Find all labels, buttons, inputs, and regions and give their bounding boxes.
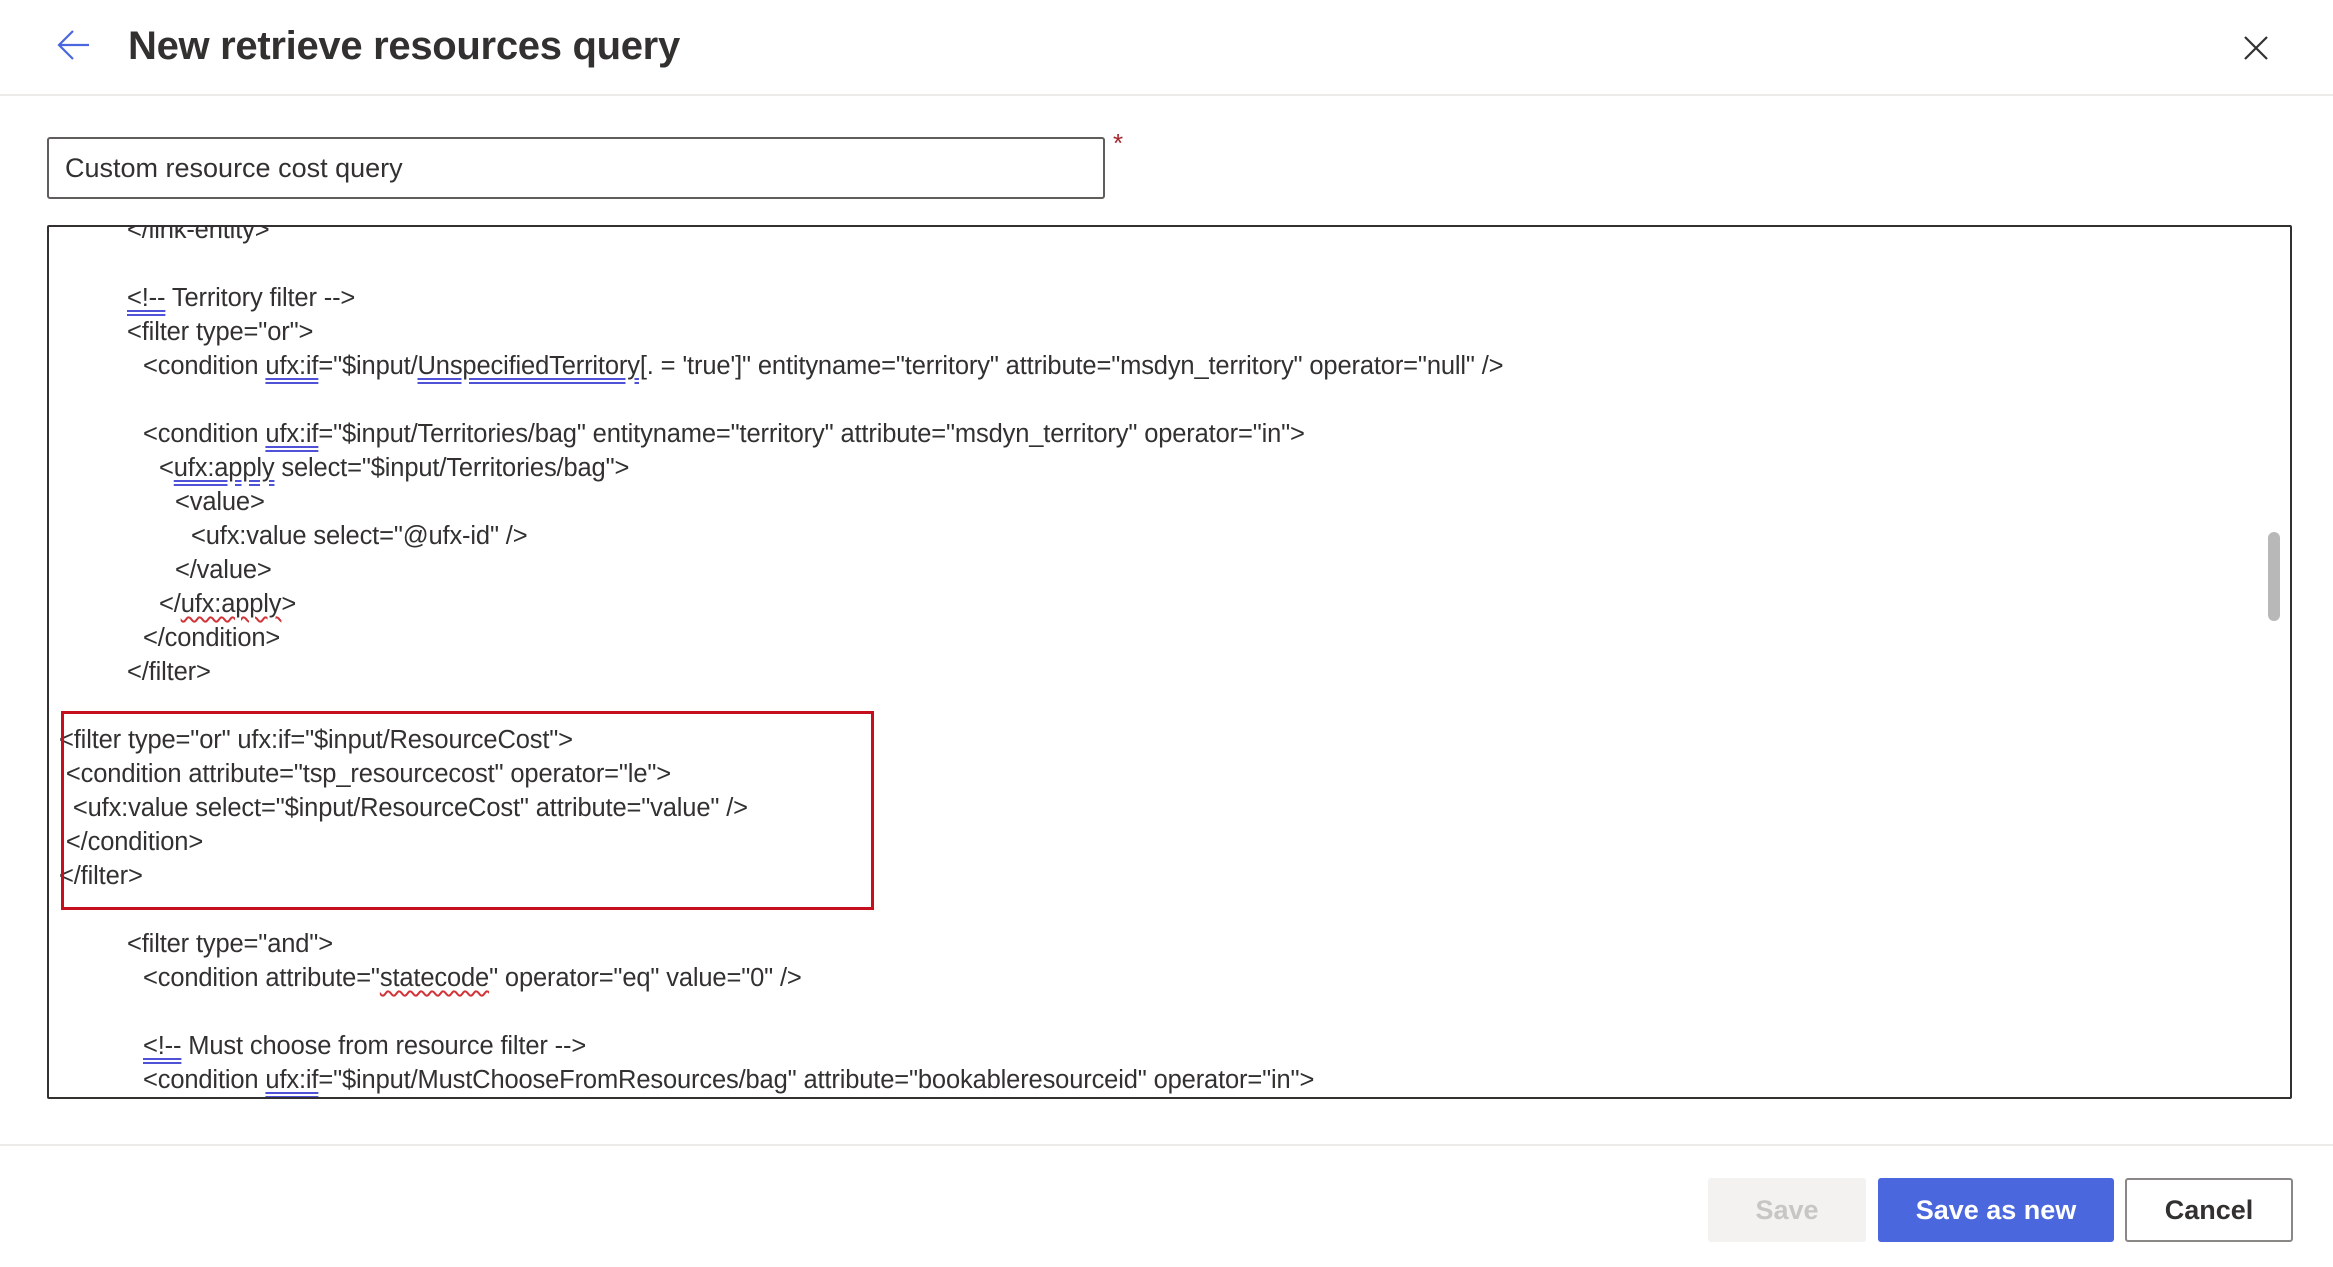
code-line: <ufx:value select="$input/ResourceCost" …	[49, 791, 2249, 825]
code-line: <value>	[49, 485, 2249, 519]
flagged-token: <!--	[143, 1032, 182, 1060]
code-token: <condition	[143, 352, 266, 380]
flagged-token: ufx:apply	[180, 590, 282, 618]
code-token: ="$input/MustChooseFromResources/bag" at…	[318, 1066, 1315, 1094]
code-line: <filter type="or" ufx:if="$input/Resourc…	[49, 723, 2249, 757]
query-xml-editor[interactable]: </link-entity> <!-- Territory filter --> <…	[47, 225, 2292, 1099]
code-token: </condition>	[59, 828, 204, 856]
back-button[interactable]	[50, 22, 96, 68]
code-token: <filter type="or" ufx:if="$input/Resourc…	[59, 726, 573, 754]
flagged-token: ufx:if	[265, 352, 319, 380]
code-line: <condition ufx:if="$input/MustChooseFrom…	[49, 1063, 2249, 1097]
arrow-left-icon	[57, 30, 89, 60]
dialog-header: New retrieve resources query	[0, 0, 2333, 96]
code-token: " operator="eq" value="0" />	[489, 964, 802, 992]
code-line: <filter type="and">	[49, 927, 2249, 961]
flagged-token: ufx:apply	[173, 454, 275, 482]
code-token: Territory filter -->	[165, 284, 356, 312]
code-token: ="$input/	[318, 352, 418, 380]
code-token: <ufx:value select="$input/ResourceCost" …	[59, 794, 748, 822]
code-token: ="$input/Territories/bag" entityname="te…	[318, 420, 1305, 448]
code-line: </ufx:apply>	[49, 587, 2249, 621]
footer-divider	[0, 1144, 2333, 1146]
code-line: </filter>	[49, 859, 2249, 893]
code-line: <condition ufx:if="$input/Territories/ba…	[49, 417, 2249, 451]
code-token: <filter type="or">	[127, 318, 314, 346]
query-name-input[interactable]	[47, 137, 1105, 199]
flagged-token: UnspecifiedTerritory[	[417, 352, 647, 380]
code-token: </filter>	[59, 862, 143, 890]
page-title: New retrieve resources query	[128, 24, 680, 68]
code-token: </link-entity>	[127, 225, 270, 244]
code-token: </condition>	[143, 624, 281, 652]
code-line: <!-- Territory filter -->	[49, 281, 2249, 315]
required-indicator: *	[1113, 128, 1124, 158]
code-token: <condition attribute="	[143, 964, 380, 992]
code-line: <!-- Must choose from resource filter --…	[49, 1029, 2249, 1063]
code-token: <value>	[175, 488, 265, 516]
code-content[interactable]: </link-entity> <!-- Territory filter --> <…	[49, 225, 2249, 1097]
code-line: </link-entity>	[49, 225, 2249, 247]
flagged-token: <!--	[127, 284, 166, 312]
flagged-token: statecode	[379, 964, 490, 992]
code-line: <ufx:value select="@ufx-id" />	[49, 519, 2249, 553]
code-token: . = 'true']" entityname="territory" attr…	[646, 352, 1504, 380]
code-line: <condition ufx:if="$input/UnspecifiedTer…	[49, 349, 2249, 383]
code-line: </value>	[49, 553, 2249, 587]
flagged-token: ufx:if	[265, 420, 319, 448]
code-token: <	[159, 454, 174, 482]
code-line: <filter type="or">	[49, 315, 2249, 349]
code-line: <condition attribute="statecode" operato…	[49, 961, 2249, 995]
code-token: <condition attribute="tsp_resourcecost" …	[59, 760, 671, 788]
code-line: </condition>	[49, 825, 2249, 859]
code-line: </condition>	[49, 621, 2249, 655]
code-token: </filter>	[127, 658, 211, 686]
cancel-button[interactable]: Cancel	[2125, 1178, 2293, 1242]
close-icon	[2244, 36, 2268, 60]
code-token: <filter type="and">	[127, 930, 333, 958]
code-token: <condition	[143, 420, 266, 448]
code-token: <ufx:value select="@ufx-id" />	[191, 522, 528, 550]
code-token: </value>	[175, 556, 272, 584]
code-token: >	[281, 590, 297, 618]
close-button[interactable]	[2236, 28, 2276, 68]
save-button[interactable]: Save	[1708, 1178, 1866, 1242]
save-as-new-button[interactable]: Save as new	[1878, 1178, 2114, 1242]
code-token: Must choose from resource filter -->	[181, 1032, 587, 1060]
code-line: <condition attribute="tsp_resourcecost" …	[49, 757, 2249, 791]
code-token: select="$input/Territories/bag">	[274, 454, 630, 482]
editor-scrollbar-thumb[interactable]	[2268, 532, 2280, 621]
code-token: <condition	[143, 1066, 266, 1094]
code-token: </	[159, 590, 181, 618]
code-line: <ufx:apply select="$input/Territories/ba…	[49, 451, 2249, 485]
code-line: </filter>	[49, 655, 2249, 689]
flagged-token: ufx:if	[265, 1066, 319, 1094]
